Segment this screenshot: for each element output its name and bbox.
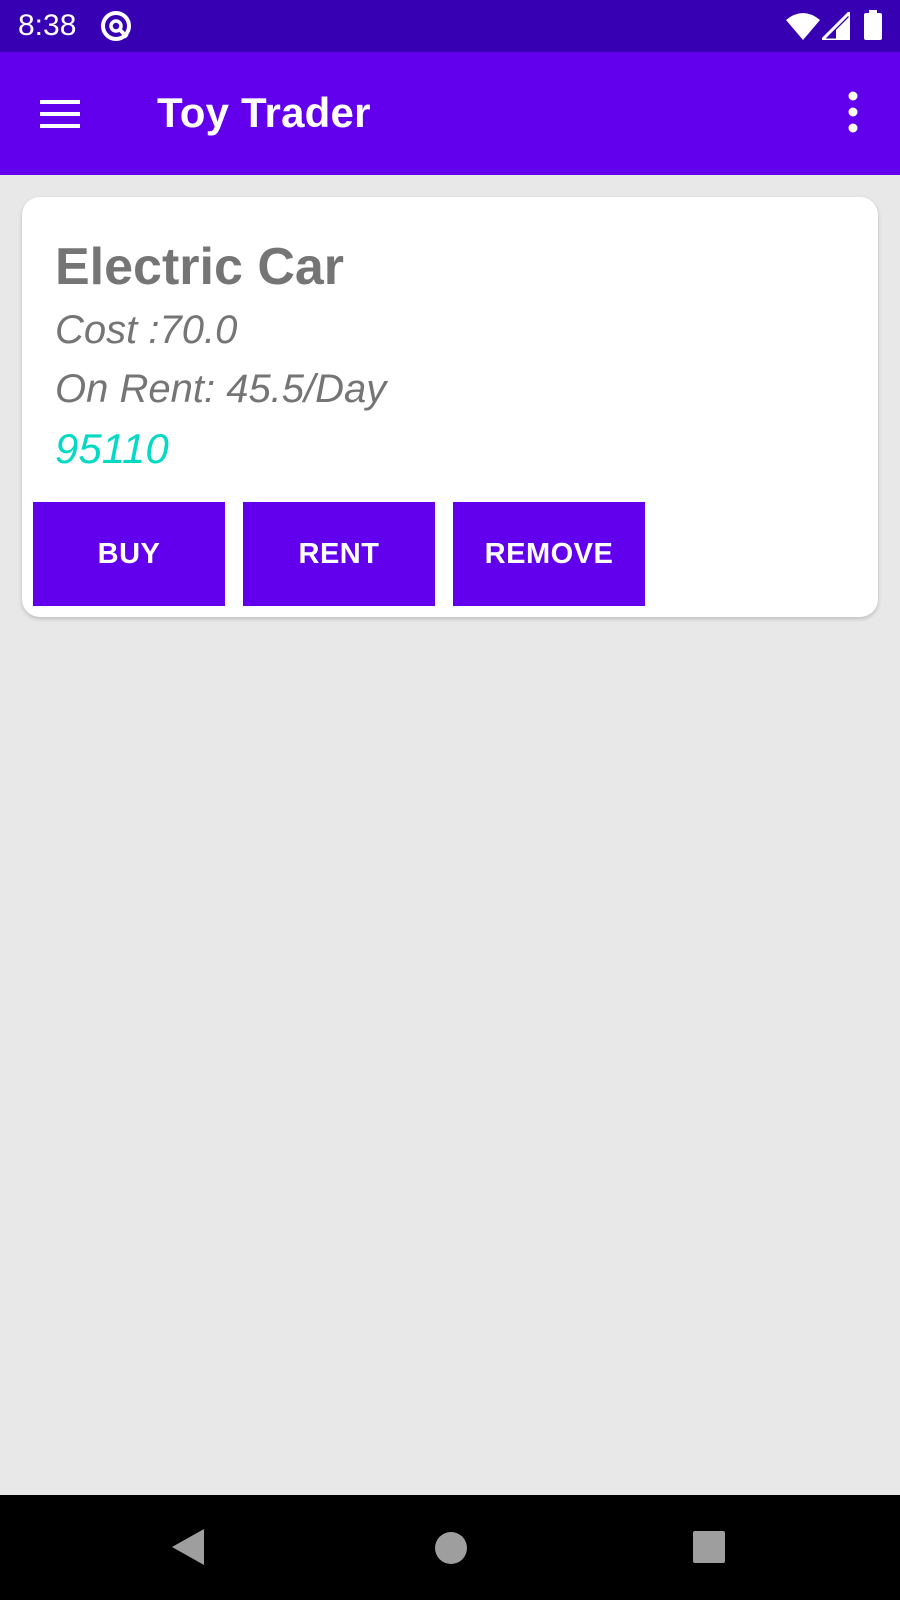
remove-button[interactable]: REMOVE — [453, 502, 645, 606]
toy-name: Electric Car — [55, 238, 345, 296]
app-bar: Toy Trader — [0, 52, 900, 175]
rent-button[interactable]: RENT — [243, 502, 435, 606]
system-nav-bar — [0, 1495, 900, 1600]
cell-signal-icon — [822, 12, 850, 40]
battery-icon — [864, 10, 882, 40]
buy-button[interactable]: BUY — [33, 502, 225, 606]
hamburger-menu-icon[interactable] — [38, 96, 82, 132]
app-title: Toy Trader — [157, 89, 371, 136]
more-vert-icon[interactable] — [838, 90, 868, 134]
wifi-icon — [786, 13, 820, 40]
at-sign-icon — [101, 11, 131, 41]
home-circle-icon[interactable] — [434, 1531, 468, 1565]
toy-cost: Cost :70.0 — [55, 308, 238, 352]
toy-rent-price: On Rent: 45.5/Day — [55, 367, 387, 411]
back-triangle-icon[interactable] — [170, 1527, 206, 1567]
status-bar: 8:38 — [0, 0, 900, 52]
status-time: 8:38 — [18, 9, 77, 42]
toy-code: 95110 — [55, 425, 169, 472]
recents-square-icon[interactable] — [692, 1530, 726, 1564]
screen: 8:38 Toy Trader Electric Car Cost:70.0 … — [0, 0, 900, 1600]
toy-card: Electric Car Cost :70.0 On Rent: 45.5/Da… — [22, 197, 878, 617]
